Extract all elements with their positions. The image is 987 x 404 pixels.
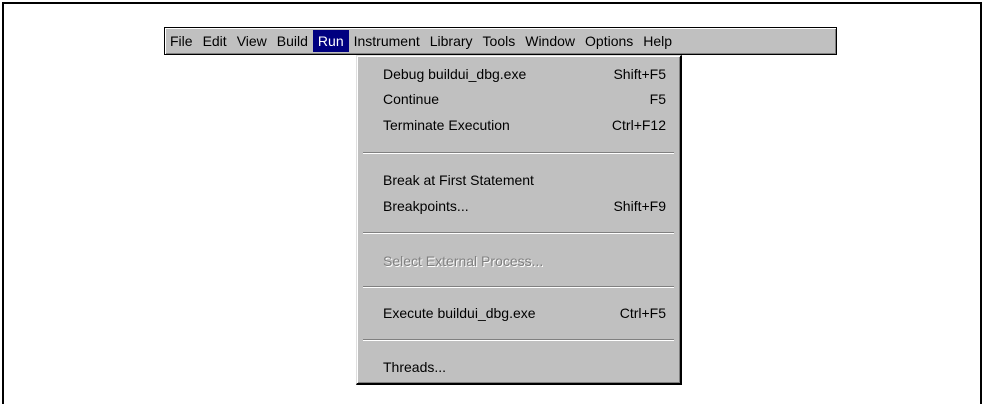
run-item-shortcut: Ctrl+F5 (619, 305, 666, 321)
run-item-continue[interactable]: Continue F5 (383, 88, 666, 110)
menu-options[interactable]: Options (580, 30, 638, 52)
menu-help[interactable]: Help (638, 30, 677, 52)
menu-tools[interactable]: Tools (478, 30, 521, 52)
menu-bar: File Edit View Build Run Instrument Libr… (164, 27, 837, 55)
run-item-shortcut: F5 (649, 91, 666, 107)
run-item-terminate-execution[interactable]: Terminate Execution Ctrl+F12 (383, 114, 666, 136)
run-item-shortcut: Shift+F9 (613, 198, 666, 214)
run-item-break-at-first-statement[interactable]: Break at First Statement (383, 169, 666, 191)
run-item-label: Select External Process... (383, 253, 544, 269)
run-item-label: Execute buildui_dbg.exe (383, 305, 536, 321)
menu-instrument[interactable]: Instrument (349, 30, 425, 52)
run-item-execute[interactable]: Execute buildui_dbg.exe Ctrl+F5 (383, 302, 666, 324)
run-item-label: Debug buildui_dbg.exe (383, 66, 527, 82)
menu-separator (363, 152, 674, 154)
run-item-select-external-process: Select External Process... (383, 250, 666, 272)
menu-view[interactable]: View (232, 30, 272, 52)
menu-edit[interactable]: Edit (198, 30, 232, 52)
menu-library[interactable]: Library (425, 30, 478, 52)
run-item-label: Breakpoints... (383, 198, 469, 214)
menu-window[interactable]: Window (520, 30, 580, 52)
run-item-threads[interactable]: Threads... (383, 356, 666, 378)
run-item-shortcut: Ctrl+F12 (611, 117, 666, 133)
run-item-label: Terminate Execution (383, 117, 510, 133)
menu-run[interactable]: Run (312, 30, 349, 52)
run-item-label: Threads... (383, 359, 447, 375)
menu-file[interactable]: File (165, 30, 198, 52)
menu-build[interactable]: Build (272, 30, 313, 52)
run-menu-dropdown: Debug buildui_dbg.exe Shift+F5 Continue … (356, 55, 682, 385)
menu-separator (363, 286, 674, 288)
run-item-label: Break at First Statement (383, 172, 534, 188)
run-item-label: Continue (383, 91, 440, 107)
run-item-shortcut: Shift+F5 (613, 66, 666, 82)
run-item-debug[interactable]: Debug buildui_dbg.exe Shift+F5 (383, 63, 666, 85)
menu-separator (363, 339, 674, 341)
run-item-breakpoints[interactable]: Breakpoints... Shift+F9 (383, 195, 666, 217)
menu-separator (363, 232, 674, 234)
